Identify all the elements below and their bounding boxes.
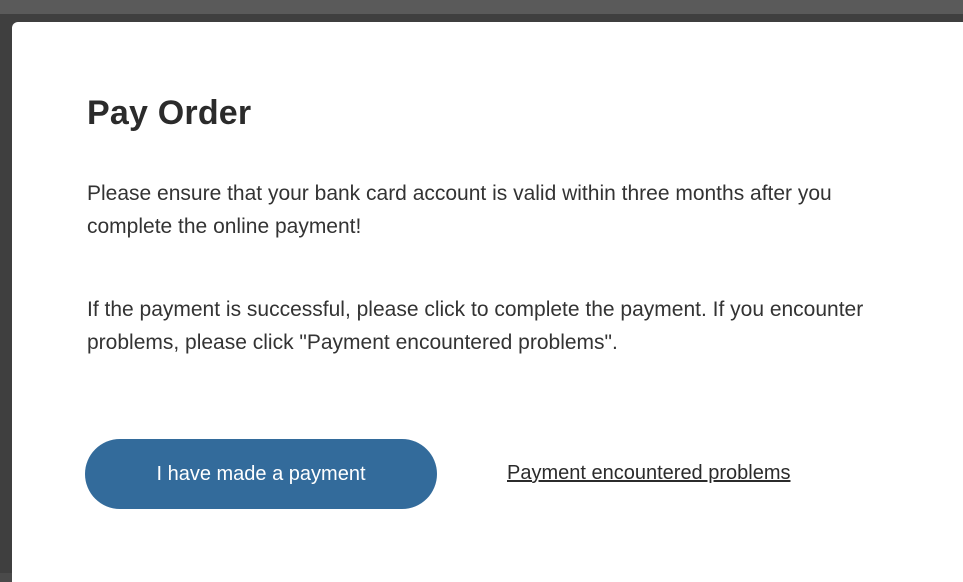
dialog-title: Pay Order [87,94,252,132]
payment-instructions: If the payment is successful, please cli… [87,298,864,354]
page-background-strip [0,0,963,14]
card-validity-notice: Please ensure that your bank card accoun… [87,182,832,238]
payment-problems-link[interactable]: Payment encountered problems [507,462,791,485]
payment-made-button[interactable]: I have made a payment [85,439,437,509]
pay-order-dialog: Pay Order Please ensure that your bank c… [12,22,963,582]
